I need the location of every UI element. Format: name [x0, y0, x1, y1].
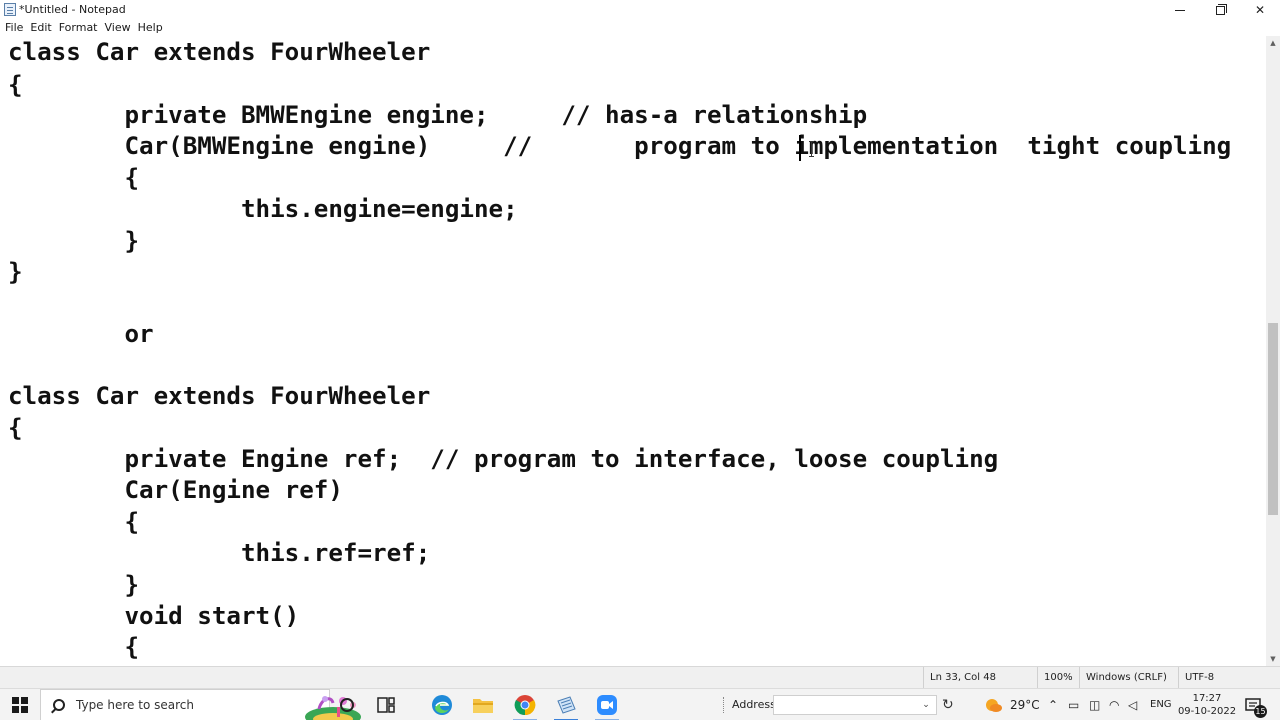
edge-taskbar-button[interactable] — [422, 689, 462, 720]
taskbar-search-box[interactable]: Type here to search — [40, 689, 361, 720]
maximize-icon — [1215, 3, 1227, 15]
encoding: UTF-8 — [1178, 667, 1280, 689]
code-line: } — [8, 227, 140, 255]
zoom-icon — [597, 695, 617, 715]
window-title: *Untitled - Notepad — [19, 3, 126, 16]
code-line: { — [8, 633, 140, 661]
notepad-app-icon — [4, 3, 16, 16]
language-indicator[interactable]: ENG — [1150, 689, 1172, 720]
close-icon: ✕ — [1254, 3, 1266, 17]
vertical-scrollbar[interactable]: ▲ ▼ — [1266, 36, 1280, 666]
text-caret — [799, 135, 801, 161]
search-placeholder: Type here to search — [76, 698, 194, 712]
code-line: { — [8, 508, 140, 536]
network-icon[interactable]: ◫ — [1089, 689, 1100, 720]
chevron-up-icon[interactable]: ⌃ — [1048, 689, 1058, 720]
minimize-icon — [1175, 9, 1185, 11]
toolbar-separator — [723, 697, 725, 713]
start-button[interactable] — [0, 689, 40, 720]
file-explorer-taskbar-button[interactable] — [463, 689, 503, 720]
code-line: Car(BMWEngine engine) // program to impl… — [8, 132, 1232, 160]
cursor-position: Ln 33, Col 48 — [923, 667, 1037, 689]
code-line: private Engine ref; // program to interf… — [8, 445, 999, 473]
minimize-button[interactable] — [1160, 0, 1200, 20]
menu-file[interactable]: File — [5, 21, 30, 35]
start-icon — [12, 697, 28, 713]
code-line: private BMWEngine engine; // has-a relat… — [8, 101, 868, 129]
code-line: { — [8, 414, 23, 442]
volume-icon[interactable]: ◁ — [1128, 689, 1137, 720]
code-line: or — [8, 320, 154, 348]
edge-icon — [432, 695, 452, 715]
scroll-down-arrow-icon[interactable]: ▼ — [1266, 652, 1280, 666]
close-button[interactable]: ✕ — [1240, 0, 1280, 20]
weather-icon[interactable] — [983, 696, 1003, 714]
code-line: Car(Engine ref) — [8, 476, 343, 504]
menu-bar: File Edit Format View Help — [0, 20, 1280, 36]
address-toolbar-label: Address — [732, 698, 776, 711]
clock-time: 17:27 — [1192, 693, 1222, 704]
code-line: this.engine=engine; — [8, 195, 518, 223]
cortana-button[interactable] — [327, 689, 367, 720]
line-endings: Windows (CRLF) — [1079, 667, 1178, 689]
task-view-button[interactable] — [366, 689, 406, 720]
code-line: class Car extends FourWheeler — [8, 38, 431, 66]
menu-edit[interactable]: Edit — [30, 21, 58, 35]
code-line: void start() — [8, 602, 300, 630]
notepad-icon — [557, 696, 576, 714]
refresh-icon[interactable]: ↻ — [942, 689, 954, 720]
zoom-level: 100% — [1037, 667, 1079, 689]
scrollbar-thumb[interactable] — [1268, 323, 1278, 515]
notification-count-badge: 15 — [1254, 705, 1267, 718]
search-icon — [53, 699, 65, 711]
clock[interactable]: 17:27 09-10-2022 — [1174, 692, 1240, 718]
menu-help[interactable]: Help — [138, 21, 170, 35]
title-bar: *Untitled - Notepad ✕ — [0, 0, 1280, 20]
clock-date: 09-10-2022 — [1177, 706, 1237, 717]
maximize-button[interactable] — [1200, 0, 1240, 20]
menu-format[interactable]: Format — [59, 21, 105, 35]
chrome-icon — [514, 695, 536, 716]
file-explorer-icon — [473, 699, 493, 713]
chrome-taskbar-button[interactable] — [505, 689, 545, 720]
notepad-taskbar-button[interactable] — [546, 689, 586, 720]
zoom-taskbar-button[interactable] — [587, 689, 627, 720]
code-line: } — [8, 258, 23, 286]
wifi-icon[interactable]: ◠ — [1109, 689, 1119, 720]
scroll-up-arrow-icon[interactable]: ▲ — [1266, 36, 1280, 50]
taskbar: Type here to search Address ⌄ ↻ 29°C ⌃ ▭… — [0, 688, 1280, 720]
ibeam-cursor-icon — [809, 141, 817, 157]
address-input[interactable] — [773, 695, 937, 715]
code-line: class Car extends FourWheeler — [8, 382, 431, 410]
text-editor[interactable]: class Car extends FourWheeler { private … — [0, 36, 1266, 666]
chevron-down-icon[interactable]: ⌄ — [918, 696, 934, 714]
task-view-icon — [377, 697, 395, 713]
cortana-icon — [340, 698, 354, 712]
status-bar: Ln 33, Col 48 100% Windows (CRLF) UTF-8 — [0, 666, 1280, 689]
code-line: this.ref=ref; — [8, 539, 431, 567]
temperature[interactable]: 29°C — [1010, 689, 1040, 720]
menu-view[interactable]: View — [105, 21, 138, 35]
code-line: { — [8, 164, 140, 192]
code-line: } — [8, 571, 140, 599]
code-line: { — [8, 71, 23, 99]
battery-icon[interactable]: ▭ — [1068, 689, 1079, 720]
